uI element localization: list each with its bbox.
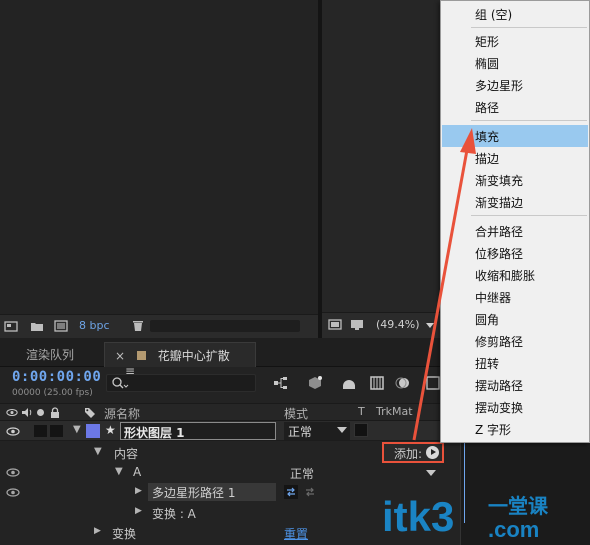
collapsed-triangle-icon[interactable]: ▶ — [94, 526, 101, 536]
collapsed-triangle-icon[interactable]: ▶ — [135, 486, 142, 496]
frame-blending-icon[interactable] — [368, 374, 386, 392]
current-time-display[interactable]: 0:00:00:00 — [12, 369, 101, 385]
t-header[interactable]: T — [358, 405, 365, 418]
color-depth-button[interactable]: 8 bpc — [79, 319, 110, 332]
tab-composition[interactable]: × 花瓣中心扩散 ≡ — [104, 342, 256, 378]
lock-icon[interactable] — [50, 407, 60, 418]
svg-text:itk3: itk3 — [382, 493, 454, 540]
layer-mode-select[interactable]: 正常 — [284, 422, 350, 440]
delete-icon[interactable] — [131, 320, 145, 332]
close-icon[interactable]: × — [115, 349, 125, 363]
reverse-path-icon[interactable] — [303, 485, 317, 499]
menu-item-path[interactable]: 路径 — [442, 96, 588, 118]
svg-text:一堂课: 一堂课 — [488, 494, 549, 518]
label-tag-icon[interactable] — [84, 407, 96, 419]
always-preview-icon[interactable] — [328, 319, 342, 331]
menu-item-pucker-bloat[interactable]: 收缩和膨胀 — [442, 264, 588, 286]
new-composition-icon[interactable] — [54, 320, 68, 332]
interpret-footage-icon[interactable] — [4, 320, 18, 332]
eye-icon[interactable] — [6, 427, 20, 436]
eye-icon[interactable] — [6, 488, 20, 497]
add-button-label: 添加: — [394, 447, 423, 461]
menu-item-twist[interactable]: 扭转 — [442, 352, 588, 374]
video-visibility-icon[interactable] — [6, 408, 18, 417]
comp-color-swatch — [136, 351, 146, 360]
shy-layers-icon[interactable] — [340, 374, 358, 392]
label-color-swatch[interactable] — [86, 424, 100, 438]
collapsed-triangle-icon[interactable]: ▶ — [135, 506, 142, 516]
magnification-dropdown-icon[interactable] — [426, 323, 434, 328]
menu-item-ellipse[interactable]: 椭圆 — [442, 52, 588, 74]
solo-switch[interactable] — [34, 425, 47, 437]
layer-column-header: 源名称 模式 T TrkMat — [0, 403, 460, 421]
tab-render-queue-label: 渲染队列 — [26, 348, 75, 362]
play-circle-icon — [426, 446, 439, 459]
menu-item-trim-paths[interactable]: 修剪路径 — [442, 330, 588, 352]
menu-item-group[interactable]: 组 (空) — [442, 3, 588, 25]
audio-icon[interactable] — [21, 407, 33, 418]
project-scrollbar[interactable] — [150, 320, 300, 332]
contents-label: 内容 — [114, 447, 139, 461]
menu-item-zig-zag[interactable]: Z 字形 — [442, 418, 588, 440]
menu-item-offset-paths[interactable]: 位移路径 — [442, 242, 588, 264]
layer-name-field[interactable]: 形状图层 1 — [120, 422, 276, 440]
menu-item-rectangle[interactable]: 矩形 — [442, 30, 588, 52]
group-row[interactable]: ▼ A 正常 — [0, 462, 460, 482]
search-icon — [112, 377, 129, 389]
menu-separator — [471, 215, 587, 216]
tab-composition-label: 花瓣中心扩散 — [157, 349, 230, 363]
menu-item-polystar[interactable]: 多边星形 — [442, 74, 588, 96]
transform-group-label: 变换 : A — [152, 507, 196, 521]
layer-mode-value: 正常 — [288, 425, 313, 439]
transform-label: 变换 — [112, 527, 137, 541]
menu-separator — [471, 120, 587, 121]
trkmat-switch[interactable] — [354, 423, 368, 437]
reset-link[interactable]: 重置 — [284, 525, 308, 542]
menu-item-gradient-stroke[interactable]: 渐变描边 — [442, 191, 588, 213]
add-context-menu: 组 (空) 矩形 椭圆 多边星形 路径 填充 描边 渐变填充 渐变描边 合并路径… — [440, 0, 590, 443]
menu-item-gradient-fill[interactable]: 渐变填充 — [442, 169, 588, 191]
expand-triangle-icon[interactable]: ▼ — [94, 446, 102, 457]
add-button[interactable]: 添加: — [382, 442, 444, 463]
menu-item-fill[interactable]: 填充 — [442, 125, 588, 147]
shape-layer-star-icon: ★ — [105, 423, 116, 437]
group-mode-value[interactable]: 正常 — [290, 465, 314, 482]
tab-render-queue[interactable]: 渲染队列 — [0, 342, 104, 367]
menu-item-wiggle-transform[interactable]: 摆动变换 — [442, 396, 588, 418]
expand-triangle-icon[interactable]: ▼ — [115, 466, 123, 477]
path-direction-icon[interactable] — [284, 485, 298, 499]
menu-item-merge-paths[interactable]: 合并路径 — [442, 220, 588, 242]
menu-item-round-corners[interactable]: 圆角 — [442, 308, 588, 330]
layer-search-input[interactable] — [106, 374, 256, 392]
watermark-logo: itk3 一堂课 .com — [382, 493, 549, 542]
eye-icon[interactable] — [6, 468, 20, 477]
motion-blur-icon[interactable] — [394, 374, 412, 392]
frame-rate-display: 00000 (25.00 fps) — [12, 388, 93, 398]
draft-3d-icon[interactable] — [306, 374, 324, 392]
project-panel-footer: 8 bpc — [0, 314, 318, 338]
composition-flowchart-icon[interactable] — [272, 374, 290, 392]
magnification-select[interactable]: (49.4%) — [376, 318, 420, 331]
chevron-down-icon — [337, 427, 347, 433]
trkmat-header[interactable]: TrkMat — [376, 405, 413, 418]
lock-switch[interactable] — [50, 425, 63, 437]
chevron-down-icon[interactable] — [426, 470, 436, 476]
svg-text:.com: .com — [488, 517, 539, 542]
monitor-icon[interactable] — [350, 319, 364, 331]
solo-icon[interactable] — [36, 408, 45, 417]
source-name-header[interactable]: 源名称 — [104, 405, 140, 422]
group-name[interactable]: A — [133, 465, 141, 479]
expand-triangle-icon[interactable]: ▼ — [73, 424, 81, 435]
menu-item-stroke[interactable]: 描边 — [442, 147, 588, 169]
project-item-list[interactable] — [0, 0, 318, 314]
menu-separator — [471, 27, 587, 28]
new-folder-icon[interactable] — [30, 320, 44, 332]
mode-header[interactable]: 模式 — [284, 405, 308, 422]
menu-item-wiggle-paths[interactable]: 摆动路径 — [442, 374, 588, 396]
menu-item-repeater[interactable]: 中继器 — [442, 286, 588, 308]
layer-row[interactable]: ▼ ★ 形状图层 1 正常 — [0, 421, 460, 441]
polystar-path-name[interactable]: 多边星形路径 1 — [148, 483, 276, 501]
